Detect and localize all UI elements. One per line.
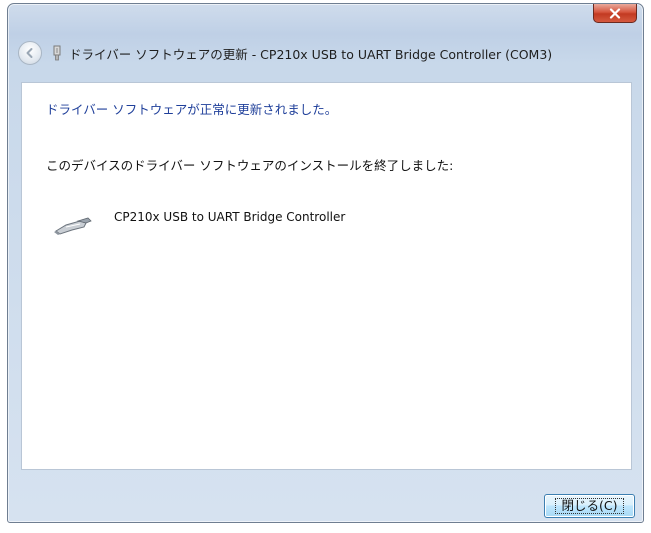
window-close-button[interactable] — [593, 4, 637, 23]
device-wizard-icon — [50, 44, 64, 62]
close-dialog-button-label: 閉じる(C) — [554, 498, 625, 514]
window-title: ドライバー ソフトウェアの更新 - CP210x USB to UART Bri… — [69, 46, 553, 62]
device-name: CP210x USB to UART Bridge Controller — [114, 210, 346, 224]
back-arrow-icon — [26, 48, 33, 58]
close-dialog-button[interactable]: 閉じる(C) — [544, 494, 635, 518]
close-icon — [609, 7, 621, 19]
finished-message: このデバイスのドライバー ソフトウェアのインストールを終了しました: — [46, 158, 454, 173]
content-panel: ドライバー ソフトウェアが正常に更新されました。 このデバイスのドライバー ソフ… — [21, 82, 632, 470]
title-bar[interactable] — [8, 4, 643, 34]
driver-update-window: ドライバー ソフトウェアの更新 - CP210x USB to UART Bri… — [7, 3, 644, 523]
back-button[interactable] — [18, 41, 42, 65]
usb-connector-icon — [50, 213, 94, 237]
wizard-header: ドライバー ソフトウェアの更新 - CP210x USB to UART Bri… — [14, 40, 637, 66]
success-heading: ドライバー ソフトウェアが正常に更新されました。 — [46, 102, 338, 117]
dialog-footer: 閉じる(C) — [21, 470, 635, 518]
